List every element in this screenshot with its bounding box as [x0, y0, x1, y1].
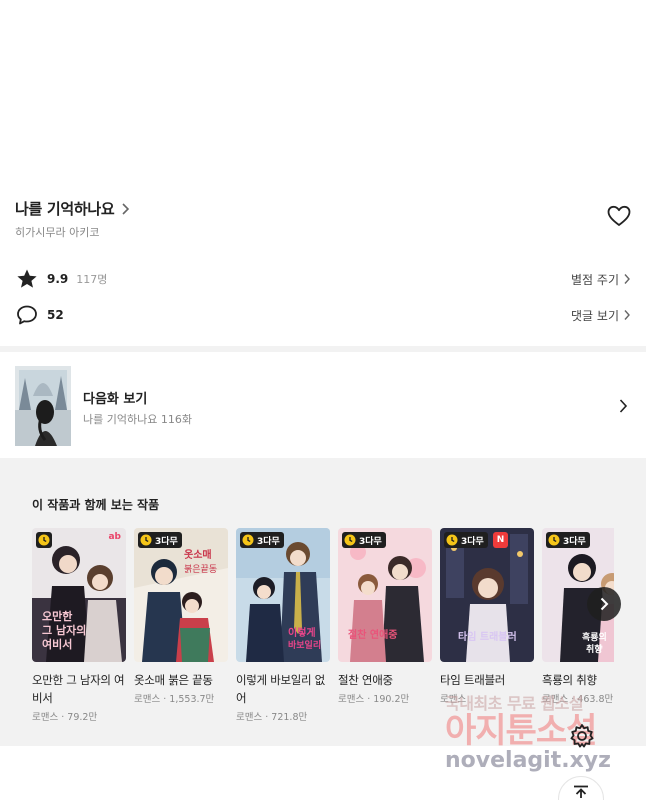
next-episode-label: 다음화 보기 — [83, 392, 148, 407]
svg-text:바보일리: 바보일리 — [288, 639, 321, 651]
free-wait-badge: 3다무 — [240, 532, 284, 548]
cover-art-image: 이렇게 바보일리 — [236, 528, 330, 662]
recommendation-views: 721.8만 — [271, 712, 308, 723]
free-wait-label: 3다무 — [359, 536, 382, 547]
svg-text:오만한: 오만한 — [42, 609, 72, 623]
svg-text:그 남자의: 그 남자의 — [42, 623, 86, 637]
comment-row: 52 댓글 보기 — [15, 303, 631, 327]
new-badge: N — [493, 532, 508, 548]
free-wait-badge: 3다무 — [444, 532, 488, 548]
ab-badge: ab — [108, 532, 121, 542]
recommendation-cover: 절찬 연애중 3다무 — [338, 528, 432, 662]
recommendation-meta: 로맨스 · 721.8만 — [236, 712, 308, 723]
recommendation-meta: 로맨스 · 79.2만 — [32, 712, 98, 723]
work-title: 나를 기억하나요 — [15, 200, 115, 218]
recommendation-title: 타임 트래블러 — [440, 673, 506, 687]
recommendation-title: 옷소매 붉은 끝동 — [134, 673, 213, 687]
free-wait-badge: 3다무 — [138, 532, 182, 548]
recommendation-views: 190.2만 — [373, 694, 410, 705]
recommendation-item[interactable]: 절찬 연애중 3다무 절찬 연애중 로맨스 · 190.2만 — [338, 528, 432, 705]
recommendation-views: 79.2만 — [67, 712, 98, 723]
recommendation-genre: 로맨스 — [134, 694, 161, 705]
recommendation-title: 흑룡의 취향 — [542, 673, 597, 687]
free-wait-label: 3다무 — [155, 536, 178, 547]
work-author: 히가시무라 아키코 — [15, 226, 100, 239]
work-title-link[interactable]: 나를 기억하나요 — [15, 198, 130, 219]
cover-art-image: 타임 트래블러 — [440, 528, 534, 662]
cover-art-image: 절찬 연애중 — [338, 528, 432, 662]
free-wait-label: 3다무 — [461, 536, 484, 547]
watermark-url: novelagit.xyz — [445, 748, 611, 773]
rating-count: 117명 — [76, 273, 108, 286]
recommendation-item[interactable]: 오만한 그 남자의 여비서 ab 오만한 그 남자의 여비서 로맨스 · 79.… — [32, 528, 126, 723]
recommendation-cover: 오만한 그 남자의 여비서 ab — [32, 528, 126, 662]
recommendation-item[interactable]: 이렇게 바보일리 3다무 이렇게 바보일리 없어 로맨스 · 721.8만 — [236, 528, 330, 723]
recommendation-title: 오만한 그 남자의 여비서 — [32, 673, 125, 705]
recommendation-item[interactable]: 옷소매 붉은끝동 3다무 옷소매 붉은 끝동 로맨스 · 1,553.7만 — [134, 528, 228, 705]
svg-text:절찬 연애중: 절찬 연애중 — [348, 628, 397, 641]
free-wait-badge: 3다무 — [546, 532, 590, 548]
speech-bubble-icon — [17, 305, 37, 325]
cover-art-image: 오만한 그 남자의 여비서 — [32, 528, 126, 662]
comment-count: 52 — [47, 308, 64, 322]
recommendation-cover: 옷소매 붉은끝동 3다무 — [134, 528, 228, 662]
clock-icon — [242, 534, 254, 546]
svg-text:옷소매: 옷소매 — [184, 548, 212, 561]
svg-text:이렇게: 이렇게 — [288, 626, 316, 639]
free-wait-label: 3다무 — [563, 536, 586, 547]
scroll-top-button[interactable] — [558, 776, 604, 800]
rate-button-label: 별점 주기 — [571, 272, 619, 287]
arrow-up-to-line-icon — [574, 785, 588, 798]
svg-text:여비서: 여비서 — [42, 637, 72, 651]
clock-icon — [446, 534, 458, 546]
free-wait-badge — [36, 532, 52, 548]
rating-value: 9.9 — [47, 272, 69, 286]
chevron-right-icon — [619, 399, 628, 413]
carousel-next-button[interactable] — [587, 587, 621, 621]
chevron-right-icon — [600, 597, 609, 611]
chevron-right-icon — [624, 310, 630, 320]
svg-text:붉은끝동: 붉은끝동 — [184, 564, 217, 575]
comments-button-label: 댓글 보기 — [571, 308, 619, 323]
recommendation-cover: 이렇게 바보일리 3다무 — [236, 528, 330, 662]
next-episode-subtitle: 나를 기억하나요 116화 — [83, 413, 192, 426]
top-blank-area — [0, 0, 646, 176]
heart-outline-icon[interactable] — [606, 204, 632, 228]
recommendations-title: 이 작품과 함께 보는 작품 — [32, 498, 160, 512]
gear-icon[interactable] — [568, 722, 596, 750]
svg-text:취향: 취향 — [586, 643, 603, 655]
recommendation-item[interactable]: 타임 트래블러 3다무 N 타임 트래블러 로맨스 — [440, 528, 534, 705]
rate-button[interactable]: 별점 주기 — [571, 271, 631, 288]
recommendation-genre: 로맨스 — [338, 694, 365, 705]
recommendation-genre: 로맨스 — [32, 712, 59, 723]
recommendation-cover: 타임 트래블러 3다무 N — [440, 528, 534, 662]
next-episode-card[interactable]: 다음화 보기 나를 기억하나요 116화 — [0, 352, 646, 458]
clock-icon — [38, 534, 50, 546]
cover-art-image: 옷소매 붉은끝동 — [134, 528, 228, 662]
clock-icon — [140, 534, 152, 546]
recommendation-meta: 로맨스 · 1,553.7만 — [134, 694, 215, 705]
recommendation-meta: 로맨스 · 190.2만 — [338, 694, 410, 705]
svg-text:타임 트래블러: 타임 트래블러 — [458, 630, 517, 643]
next-episode-thumbnail — [15, 366, 71, 446]
recommendation-title: 이렇게 바보일리 없어 — [236, 673, 325, 705]
free-wait-label: 3다무 — [257, 536, 280, 547]
star-icon — [17, 269, 37, 288]
chevron-right-icon — [624, 274, 630, 284]
comments-button[interactable]: 댓글 보기 — [571, 307, 631, 324]
recommendation-views: 1,553.7만 — [169, 694, 215, 705]
clock-icon — [344, 534, 356, 546]
rating-row: 9.9 117명 별점 주기 — [15, 267, 631, 291]
svg-text:흑룡의: 흑룡의 — [582, 631, 607, 643]
free-wait-badge: 3다무 — [342, 532, 386, 548]
recommendation-genre: 로맨스 — [236, 712, 263, 723]
recommendation-title: 절찬 연애중 — [338, 673, 393, 687]
clock-icon — [548, 534, 560, 546]
chevron-right-icon — [122, 202, 130, 215]
work-info-card: 나를 기억하나요 히가시무라 아키코 9.9 117명 별점 주기 52 댓글 … — [0, 176, 646, 346]
